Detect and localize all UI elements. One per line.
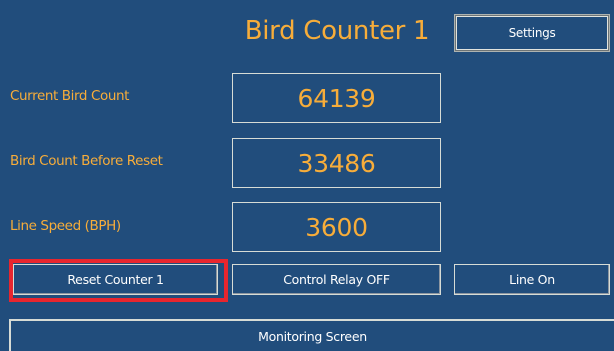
- line-speed-label: Line Speed (BPH): [10, 218, 121, 234]
- reset-counter-button[interactable]: Reset Counter 1: [13, 264, 218, 295]
- bird-counter-screen: Bird Counter 1 Settings Current Bird Cou…: [0, 0, 614, 351]
- page-title: Bird Counter 1: [244, 16, 430, 46]
- settings-button[interactable]: Settings: [454, 14, 610, 52]
- line-speed-value: 3600: [232, 202, 441, 252]
- current-bird-count-value: 64139: [232, 73, 441, 123]
- line-on-button[interactable]: Line On: [454, 264, 610, 295]
- monitoring-screen-button[interactable]: Monitoring Screen: [9, 319, 614, 351]
- bird-count-before-reset-value: 33486: [232, 138, 441, 188]
- control-relay-button[interactable]: Control Relay OFF: [232, 264, 441, 295]
- current-bird-count-label: Current Bird Count: [10, 88, 130, 104]
- bird-count-before-reset-label: Bird Count Before Reset: [10, 153, 163, 169]
